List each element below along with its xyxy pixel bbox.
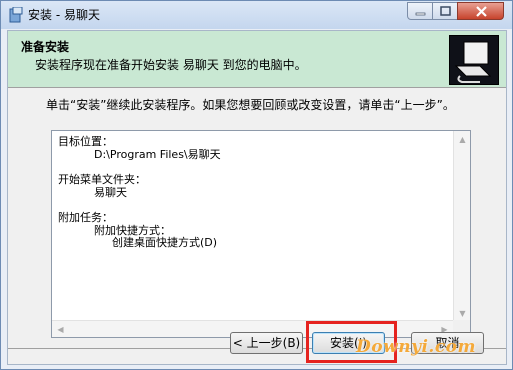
memo-line: 易聊天 — [94, 186, 127, 199]
memo-line: 开始菜单文件夹： — [58, 173, 146, 186]
page-subtitle: 安装程序现在准备开始安装 易聊天 到您的电脑中。 — [35, 58, 307, 72]
memo-line: 目标位置： — [58, 135, 113, 148]
settings-summary-memo[interactable]: 目标位置： D:\Program Files\易聊天 开始菜单文件夹： 易聊天 … — [51, 130, 471, 338]
memo-line: 创建桌面快捷方式(D) — [112, 236, 218, 249]
back-button[interactable]: < 上一步(B) — [230, 332, 303, 354]
minimize-icon — [415, 12, 426, 16]
maximize-button[interactable] — [432, 2, 458, 20]
wizard-client-area: 准备安装 安装程序现在准备开始安装 易聊天 到您的电脑中。 单击“安装”继续此安… — [7, 30, 507, 365]
installer-window: 安装 - 易聊天 准备安装 安装程序现在准备开始安装 易聊天 到您的电脑中。 单… — [0, 0, 513, 370]
minimize-button[interactable] — [407, 2, 433, 20]
memo-line: D:\Program Files\易聊天 — [94, 148, 221, 161]
wizard-header: 准备安装 安装程序现在准备开始安装 易聊天 到您的电脑中。 — [8, 31, 506, 88]
watermark: Downyi.com — [356, 337, 477, 357]
memo-line: 附加任务： — [58, 211, 113, 224]
window-title: 安装 - 易聊天 — [28, 8, 100, 22]
page-title: 准备安装 — [21, 40, 70, 54]
close-button[interactable] — [457, 2, 504, 20]
instruction-text: 单击“安装”继续此安装程序。如果您想要回顾或改变设置，请单击“上一步”。 — [46, 98, 455, 112]
maximize-icon — [440, 6, 451, 16]
installer-computer-icon — [449, 35, 499, 85]
title-bar[interactable]: 安装 - 易聊天 — [1, 1, 512, 29]
installer-app-icon — [9, 7, 23, 23]
scroll-left-icon[interactable]: ◀ — [52, 321, 69, 338]
vertical-scrollbar[interactable]: ▲ ▼ — [453, 131, 470, 322]
close-icon — [476, 6, 487, 17]
scroll-up-icon[interactable]: ▲ — [454, 131, 471, 148]
